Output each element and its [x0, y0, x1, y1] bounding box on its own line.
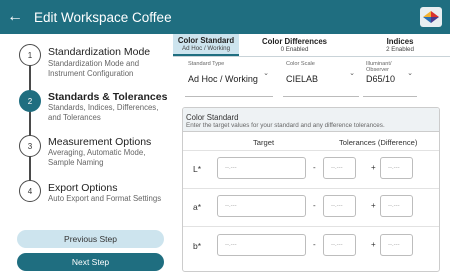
l-tolerance-minus-input[interactable]: --.---: [323, 157, 356, 179]
step-title: Export Options: [48, 182, 118, 194]
wizard-step-1[interactable]: 1 Standardization Mode Standardization M…: [0, 40, 173, 84]
standard-settings-row: Standard Type Ad Hoc / Working ⌄ Color S…: [173, 57, 450, 97]
wizard-step-2[interactable]: 2 Standards & Tolerances Standards, Indi…: [0, 86, 173, 130]
l-tolerance-plus-input[interactable]: --.---: [380, 157, 413, 179]
previous-step-button[interactable]: Previous Step: [17, 230, 164, 248]
tab-color-standard[interactable]: Color Standard Ad Hoc / Working: [173, 34, 239, 56]
plus-sign: +: [371, 201, 376, 210]
step-subtitle: Standardization Mode and Instrument Conf…: [48, 59, 140, 78]
chevron-down-icon: ⌄: [407, 70, 413, 77]
card-subtitle: Enter the target values for your standar…: [186, 122, 385, 129]
b-tolerance-minus-input[interactable]: --.---: [323, 234, 356, 256]
step-number: 1: [19, 44, 41, 66]
tab-label: Color Standard: [177, 35, 235, 45]
card-header: Color Standard Enter the target values f…: [183, 108, 439, 132]
row-label-a: a*: [193, 202, 202, 212]
step-subtitle: Standards, Indices, Differences, and Tol…: [48, 103, 159, 122]
tab-color-differences[interactable]: Color Differences 0 Enabled: [239, 34, 350, 56]
chevron-down-icon: ⌄: [263, 70, 269, 77]
step-title: Standardization Mode: [48, 46, 151, 58]
select-value: D65/10: [366, 74, 396, 84]
row-label-b: b*: [193, 241, 202, 251]
minus-sign: -: [313, 201, 316, 210]
divider: [183, 150, 439, 151]
tolerance-column-header: Tolerances (Difference): [339, 138, 418, 147]
plus-sign: +: [371, 240, 376, 249]
plus-sign: +: [371, 163, 376, 172]
step-number: 3: [19, 135, 41, 157]
step-title: Standards & Tolerances: [48, 91, 168, 103]
wizard-sidebar: 1 Standardization Mode Standardization M…: [0, 34, 173, 275]
illuminant-observer-select[interactable]: Illuminant/ Observer D65/10 ⌄: [363, 57, 417, 97]
a-tolerance-minus-input[interactable]: --.---: [323, 195, 356, 217]
color-standard-card: Color Standard Enter the target values f…: [182, 107, 440, 272]
b-target-input[interactable]: --.---: [217, 234, 306, 256]
a-tolerance-plus-input[interactable]: --.---: [380, 195, 413, 217]
select-caption: Color Scale: [286, 61, 315, 67]
b-tolerance-plus-input[interactable]: --.---: [380, 234, 413, 256]
step-subtitle: Auto Export and Format Settings: [48, 194, 162, 203]
select-caption: Illuminant/ Observer: [366, 61, 392, 73]
divider: [183, 188, 439, 189]
row-label-l: L*: [193, 164, 202, 174]
minus-sign: -: [313, 163, 316, 172]
divider: [183, 226, 439, 227]
step-number: 4: [19, 180, 41, 202]
tab-bar: Color Standard Ad Hoc / Working Color Di…: [173, 34, 450, 56]
minus-sign: -: [313, 240, 316, 249]
color-scale-select[interactable]: Color Scale CIELAB ⌄: [283, 57, 359, 97]
select-caption: Standard Type: [188, 61, 225, 67]
brand-logo-icon[interactable]: [420, 7, 442, 27]
tab-label: Indices: [386, 36, 414, 46]
tab-sublabel: 2 Enabled: [386, 45, 414, 53]
app-header: ← Edit Workspace Coffee: [0, 0, 450, 34]
step-number: 2: [19, 90, 41, 112]
a-target-input[interactable]: --.---: [217, 195, 306, 217]
page-title: Edit Workspace Coffee: [34, 9, 172, 25]
wizard-step-3[interactable]: 3 Measurement Options Averaging, Automat…: [0, 131, 173, 175]
back-arrow-icon[interactable]: ←: [2, 0, 28, 34]
main-panel: Color Standard Ad Hoc / Working Color Di…: [173, 34, 450, 275]
select-value: Ad Hoc / Working: [188, 74, 258, 84]
l-target-input[interactable]: --.---: [217, 157, 306, 179]
standard-type-select[interactable]: Standard Type Ad Hoc / Working ⌄: [185, 57, 273, 97]
chevron-down-icon: ⌄: [349, 70, 355, 77]
step-subtitle: Averaging, Automatic Mode, Sample Naming: [48, 148, 146, 167]
target-column-header: Target: [253, 138, 275, 147]
step-title: Measurement Options: [48, 136, 152, 148]
card-title: Color Standard: [186, 113, 239, 122]
wizard-step-4[interactable]: 4 Export Options Auto Export and Format …: [0, 176, 173, 220]
select-value: CIELAB: [286, 74, 319, 84]
tab-sublabel: 0 Enabled: [280, 45, 309, 53]
tab-label: Color Differences: [262, 36, 327, 46]
tab-indices[interactable]: Indices 2 Enabled: [350, 34, 450, 56]
tab-sublabel: Ad Hoc / Working: [181, 44, 231, 52]
next-step-button[interactable]: Next Step: [17, 253, 164, 271]
